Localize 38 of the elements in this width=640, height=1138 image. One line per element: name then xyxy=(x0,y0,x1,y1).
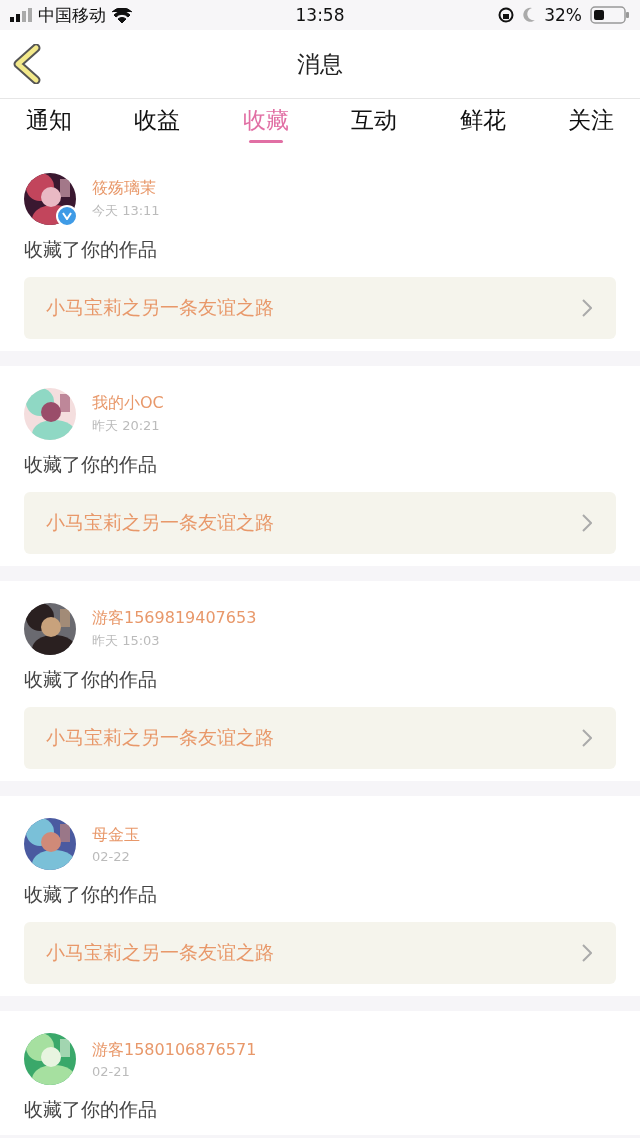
page-title: 消息 xyxy=(297,49,343,79)
rotation-lock-icon xyxy=(498,7,515,23)
tab[interactable]: 收益 xyxy=(126,99,189,145)
message-time: 昨天 15:03 xyxy=(92,632,161,650)
message-text: 收藏了你的作品 xyxy=(24,667,158,692)
tab[interactable]: 收藏 xyxy=(234,99,297,145)
work-link[interactable]: 小马宝莉之另一条友谊之路 xyxy=(24,707,616,769)
message-time: 昨天 20:21 xyxy=(92,417,161,435)
work-link[interactable]: 小马宝莉之另一条友谊之路 xyxy=(24,277,616,339)
message-text: 收藏了你的作品 xyxy=(24,1097,158,1122)
clock-time: 13:58 xyxy=(295,5,345,25)
chevron-right-icon xyxy=(582,514,592,532)
message-text: 收藏了你的作品 xyxy=(24,237,158,262)
carrier-name: 中国移动 xyxy=(38,3,106,27)
chevron-right-icon xyxy=(582,729,592,747)
message-time: 02-21 xyxy=(92,1063,131,1079)
battery-icon xyxy=(590,6,630,24)
moon-icon xyxy=(522,7,537,23)
work-link[interactable]: 小马宝莉之另一条友谊之路 xyxy=(24,922,616,984)
user-name[interactable]: 筱殇璃茉 xyxy=(92,178,160,199)
chevron-right-icon xyxy=(582,299,592,317)
tab[interactable]: 鲜花 xyxy=(451,99,514,145)
user-name[interactable]: 母金玉 xyxy=(92,824,140,846)
wifi-icon xyxy=(112,7,132,23)
user-name[interactable]: 我的小OC xyxy=(92,393,164,414)
message-time: 今天 13:11 xyxy=(92,202,160,220)
tab[interactable]: 关注 xyxy=(559,99,622,145)
tab[interactable]: 互动 xyxy=(343,99,406,145)
message-time: 02-22 xyxy=(92,848,131,864)
message-text: 收藏了你的作品 xyxy=(24,882,158,907)
tab[interactable]: 通知 xyxy=(18,99,80,145)
chevron-right-icon xyxy=(582,944,592,962)
battery-percent: 32% xyxy=(544,5,582,25)
user-name[interactable]: 游客1580106876571 xyxy=(92,1039,257,1061)
user-name[interactable]: 游客1569819407653 xyxy=(92,608,257,629)
signal-icon xyxy=(10,8,32,22)
message-text: 收藏了你的作品 xyxy=(24,452,158,477)
work-link[interactable]: 小马宝莉之另一条友谊之路 xyxy=(24,492,616,554)
